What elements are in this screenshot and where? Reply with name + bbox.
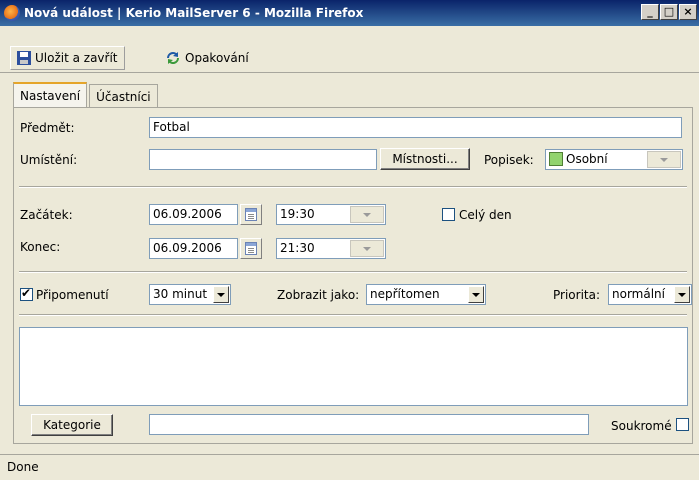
window-titlebar[interactable]: Nová událost | Kerio MailServer 6 - Mozi…: [0, 0, 699, 26]
show-as-value: nepřítomen: [370, 287, 440, 301]
category-input[interactable]: [149, 414, 589, 435]
reminder-checkbox[interactable]: [20, 286, 33, 301]
section-divider: [19, 314, 687, 316]
private-checkbox[interactable]: [676, 418, 689, 431]
calendar-icon: [245, 208, 257, 221]
section-divider: [19, 271, 687, 273]
start-label: Začátek:: [20, 208, 73, 222]
repeat-label: Opakování: [185, 51, 249, 65]
location-input[interactable]: [149, 149, 377, 170]
end-calendar-button[interactable]: [240, 238, 262, 259]
location-label: Umístění:: [20, 153, 78, 167]
end-date-input[interactable]: 06.09.2006: [149, 238, 238, 259]
tag-label: Popisek:: [484, 153, 534, 167]
repeat-icon: [167, 52, 179, 64]
save-close-label: Uložit a zavřít: [35, 51, 118, 65]
minimize-button[interactable]: _: [641, 4, 659, 20]
window-controls: _ □ ×: [640, 4, 697, 20]
subject-input[interactable]: Fotbal: [149, 117, 682, 138]
reminder-value: 30 minut: [153, 287, 208, 301]
end-label: Konec:: [20, 240, 61, 254]
show-as-label: Zobrazit jako:: [277, 288, 360, 302]
tag-color-swatch: [549, 152, 563, 166]
save-close-button[interactable]: Uložit a zavřít: [10, 46, 125, 70]
chevron-down-icon[interactable]: [468, 286, 484, 303]
all-day-label: Celý den: [459, 208, 512, 222]
status-bar: Done: [0, 454, 699, 480]
tab-bar: Nastavení Účastníci: [13, 82, 160, 108]
start-calendar-button[interactable]: [240, 204, 262, 225]
firefox-icon: [4, 5, 20, 21]
tab-participants[interactable]: Účastníci: [89, 84, 158, 108]
tag-value: Osobní: [566, 152, 608, 166]
start-time-value: 19:30: [280, 207, 315, 221]
calendar-icon: [245, 242, 257, 255]
chevron-down-icon: [350, 240, 384, 257]
subject-label: Předmět:: [20, 121, 75, 135]
maximize-button[interactable]: □: [660, 4, 678, 20]
reminder-label: Připomenutí: [36, 288, 109, 302]
section-divider: [19, 186, 687, 188]
priority-value: normální: [612, 287, 665, 301]
repeat-button[interactable]: Opakování: [158, 46, 256, 70]
end-time-select[interactable]: 21:30: [276, 238, 386, 259]
window-title: Nová událost | Kerio MailServer 6 - Mozi…: [24, 6, 364, 20]
close-button[interactable]: ×: [679, 4, 697, 20]
priority-label: Priorita:: [553, 288, 601, 302]
settings-panel: Předmět: Fotbal Umístění: Místnosti... P…: [13, 107, 693, 444]
description-textarea[interactable]: [19, 327, 688, 406]
chevron-down-icon[interactable]: [213, 286, 229, 303]
private-label: Soukromé: [611, 419, 672, 433]
tag-select[interactable]: Osobní: [545, 149, 683, 170]
floppy-disk-icon: [17, 51, 31, 65]
status-text: Done: [7, 460, 39, 474]
start-time-select[interactable]: 19:30: [276, 204, 386, 225]
chevron-down-icon: [647, 151, 681, 168]
category-button[interactable]: Kategorie: [31, 414, 113, 436]
toolbar: Uložit a zavřít Opakování: [0, 26, 699, 74]
end-time-value: 21:30: [280, 241, 315, 255]
chevron-down-icon[interactable]: [674, 286, 690, 303]
chevron-down-icon: [350, 206, 384, 223]
all-day-checkbox[interactable]: [442, 208, 455, 221]
tab-settings[interactable]: Nastavení: [13, 82, 88, 108]
toolbar-divider: [0, 72, 699, 73]
start-date-input[interactable]: 06.09.2006: [149, 204, 238, 225]
rooms-button[interactable]: Místnosti...: [380, 148, 470, 170]
